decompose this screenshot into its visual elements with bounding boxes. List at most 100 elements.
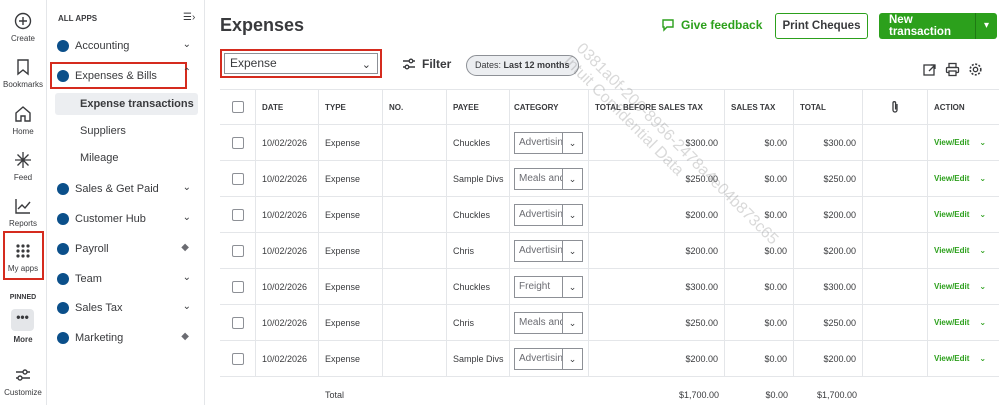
rail-feed[interactable]: Feed <box>0 151 46 182</box>
nav-item-label: Customer Hub <box>75 213 146 225</box>
nav-item-customer-hub[interactable]: Customer Hub ⌄ <box>55 206 201 232</box>
row-checkbox[interactable] <box>231 316 244 329</box>
sub-item-mileage[interactable]: Mileage <box>55 147 198 169</box>
nav-item-label: Marketing <box>75 332 124 344</box>
view-edit-label: View/Edit <box>934 282 970 291</box>
cell-date: 10/02/2026 <box>256 269 319 304</box>
chart-line-icon <box>15 199 31 214</box>
give-feedback-link[interactable]: Give feedback <box>661 18 762 32</box>
table-row[interactable]: 10/02/2026ExpenseChucklesAdvertising⌄$30… <box>220 125 999 161</box>
rail-my-apps[interactable]: My apps <box>0 242 46 273</box>
nav-item-payroll[interactable]: Payroll ◆ <box>55 236 201 262</box>
rail-home[interactable]: Home <box>0 105 46 136</box>
table-row[interactable]: 10/02/2026ExpenseChrisAdvertising⌄$200.0… <box>220 233 999 269</box>
chevron-down-icon: ⌄ <box>182 272 191 283</box>
chevron-down-icon[interactable]: ⌄ <box>979 282 986 291</box>
category-select[interactable]: Meals and ⌄ <box>514 311 583 334</box>
print-cheques-button[interactable]: Print Cheques <box>775 13 868 39</box>
category-value: Advertising <box>519 209 562 220</box>
cell-action: View/Edit ⌄ <box>928 161 999 196</box>
col-total-before-tax[interactable]: TOTAL BEFORE SALES TAX <box>589 90 725 124</box>
cell-sales-tax: $0.00 <box>725 197 794 232</box>
cell-no <box>383 197 447 232</box>
nav-item-sales[interactable]: Sales & Get Paid ⌄ <box>55 176 201 202</box>
view-edit-link[interactable]: View/Edit ⌄ <box>934 246 986 255</box>
chevron-down-icon: ⌄ <box>562 312 582 333</box>
category-select[interactable]: Meals and ⌄ <box>514 167 583 190</box>
category-value: Freight <box>519 281 551 292</box>
view-edit-label: View/Edit <box>934 246 970 255</box>
rail-reports[interactable]: Reports <box>0 197 46 228</box>
row-checkbox[interactable] <box>231 172 244 185</box>
chevron-down-icon[interactable]: ⌄ <box>979 138 986 147</box>
collapse-nav-icon[interactable]: ☰› <box>183 12 195 23</box>
rail-customize[interactable]: Customize <box>0 366 46 397</box>
view-edit-link[interactable]: View/Edit ⌄ <box>934 354 986 363</box>
table-row[interactable]: 10/02/2026 Expense Chuckles Freight ⌄ $300.00… <box>220 269 999 305</box>
new-transaction-button[interactable]: New transaction ▾ <box>879 13 997 39</box>
cell-type: Expense <box>319 161 383 196</box>
chevron-down-icon[interactable]: ⌄ <box>979 354 986 363</box>
category-select[interactable]: Advertising⌄ <box>514 203 583 226</box>
view-edit-link[interactable]: View/Edit ⌄ <box>934 210 986 219</box>
nav-item-expenses-bills[interactable]: Expenses & Bills ⌃ <box>55 63 201 89</box>
cell-action: View/Edit ⌄ <box>928 233 999 268</box>
view-edit-link[interactable]: View/Edit ⌄ <box>934 138 986 147</box>
col-type[interactable]: TYPE <box>319 90 383 124</box>
nav-item-team[interactable]: Team ⌄ <box>55 266 201 292</box>
col-action: ACTION <box>934 102 965 112</box>
table-row[interactable]: 10/02/2026 Expense Chris Meals and ⌄ $250.00 $… <box>220 305 999 341</box>
table-row[interactable]: 10/02/2026ExpenseChucklesAdvertising⌄$20… <box>220 197 999 233</box>
nav-item-marketing[interactable]: Marketing ◆ <box>55 325 201 351</box>
chevron-down-icon[interactable]: ⌄ <box>979 318 986 327</box>
export-icon[interactable] <box>922 62 937 77</box>
nav-item-accounting[interactable]: Accounting ⌄ <box>55 33 201 59</box>
col-sales-tax[interactable]: SALES TAX <box>725 90 794 124</box>
view-edit-link[interactable]: View/Edit ⌄ <box>934 282 986 291</box>
row-checkbox[interactable] <box>231 208 244 221</box>
more-button[interactable]: ••• <box>11 309 34 331</box>
table-row[interactable]: 10/02/2026ExpenseSample DivsAdvertising⌄… <box>220 341 999 377</box>
rail-create-label: Create <box>10 34 35 43</box>
col-total[interactable]: TOTAL <box>794 90 863 124</box>
col-no[interactable]: NO. <box>383 90 447 124</box>
row-checkbox[interactable] <box>231 352 244 365</box>
select-all-checkbox[interactable] <box>231 101 244 113</box>
chevron-down-icon[interactable]: ▾ <box>975 13 997 39</box>
chevron-down-icon: ⌄ <box>182 39 191 50</box>
col-category[interactable]: CATEGORY <box>510 90 589 124</box>
nav-header: ALL APPS <box>58 14 98 23</box>
view-edit-link[interactable]: View/Edit ⌄ <box>934 174 986 183</box>
dates-filter-pill[interactable]: Dates: Last 12 months <box>466 55 579 76</box>
cell-category: Advertising⌄ <box>510 197 589 232</box>
view-edit-label: View/Edit <box>934 318 970 327</box>
category-select[interactable]: Freight ⌄ <box>514 275 583 298</box>
category-select[interactable]: Advertising⌄ <box>514 131 583 154</box>
table-row[interactable]: 10/02/2026 Expense Sample Divs Meals and ⌄ $2… <box>220 161 999 197</box>
chevron-down-icon: ⌄ <box>182 182 191 193</box>
row-checkbox[interactable] <box>231 244 244 257</box>
chevron-down-icon: ⌄ <box>562 276 582 297</box>
rail-bookmarks[interactable]: Bookmarks <box>0 58 46 89</box>
select-all-cell <box>220 90 256 124</box>
filter-button[interactable]: Filter <box>402 57 451 71</box>
chevron-down-icon[interactable]: ⌄ <box>979 210 986 219</box>
row-checkbox[interactable] <box>231 136 244 149</box>
chevron-up-icon: ⌃ <box>182 67 191 78</box>
row-checkbox[interactable] <box>231 280 244 293</box>
chevron-down-icon[interactable]: ⌄ <box>979 174 986 183</box>
chevron-down-icon[interactable]: ⌄ <box>979 246 986 255</box>
grid-icon <box>16 244 30 258</box>
category-select[interactable]: Advertising⌄ <box>514 347 583 370</box>
print-icon[interactable] <box>945 62 960 77</box>
view-edit-link[interactable]: View/Edit ⌄ <box>934 318 986 327</box>
transaction-type-select[interactable]: Expense ⌄ <box>220 49 382 78</box>
col-date[interactable]: DATE <box>256 90 319 124</box>
sub-item-suppliers[interactable]: Suppliers <box>55 120 198 142</box>
nav-item-sales-tax[interactable]: Sales Tax ⌄ <box>55 295 201 321</box>
gear-icon[interactable] <box>968 62 983 77</box>
category-select[interactable]: Advertising⌄ <box>514 239 583 262</box>
rail-create[interactable]: Create <box>0 12 46 43</box>
sub-item-expense-transactions[interactable]: Expense transactions <box>55 93 198 115</box>
col-payee[interactable]: PAYEE <box>447 90 510 124</box>
